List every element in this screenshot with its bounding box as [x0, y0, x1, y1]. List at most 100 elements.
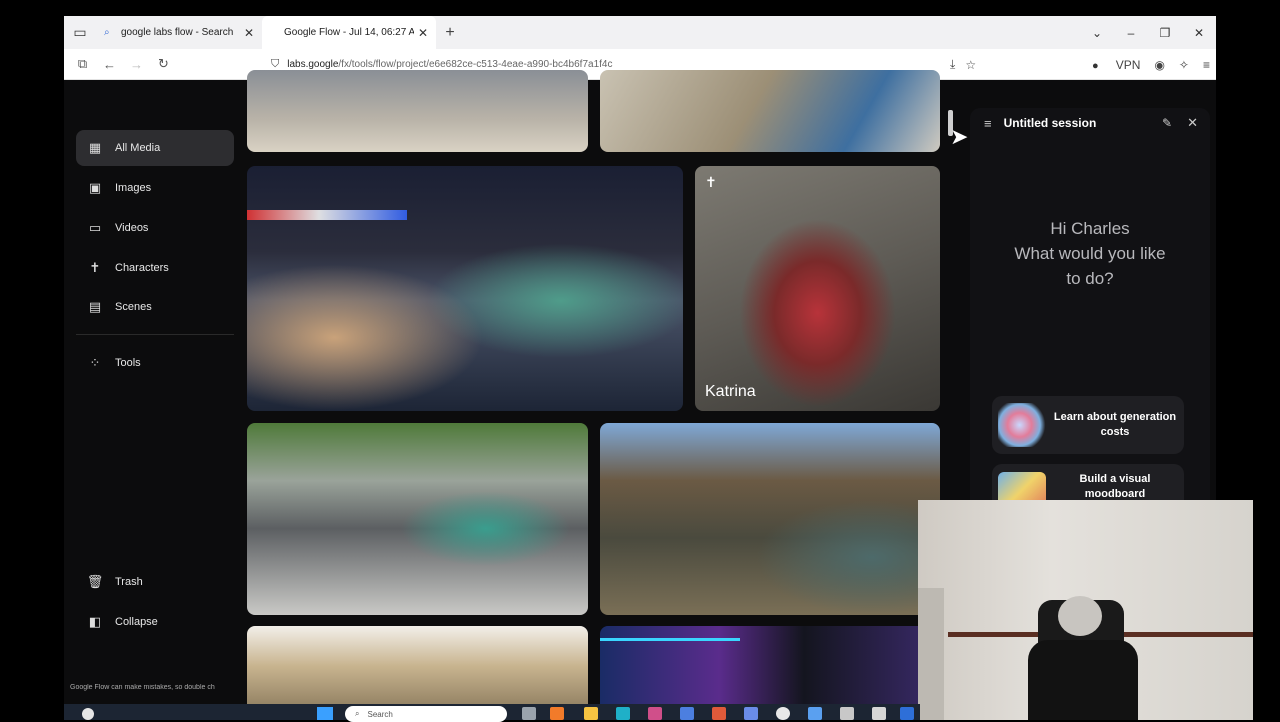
sidebar-item-label: All Media — [115, 142, 161, 154]
edge-icon[interactable] — [616, 707, 630, 720]
character-caption: Katrina — [705, 383, 756, 400]
account-icon[interactable]: ◉ — [1154, 58, 1164, 72]
panel-header: ≡ Untitled session ✎ ✕ — [970, 108, 1210, 138]
app-icon[interactable] — [712, 707, 726, 720]
extensions-icon[interactable]: ✧ — [1179, 58, 1189, 72]
led-strip — [600, 638, 740, 641]
widgets-icon[interactable] — [82, 708, 94, 720]
edit-icon[interactable]: ✎ — [1162, 116, 1172, 130]
collapse-icon: ◧ — [88, 614, 102, 629]
character-tile-katrina[interactable]: ✝ Katrina — [695, 166, 940, 411]
grid-icon: ▦ — [88, 140, 102, 155]
app-icon[interactable] — [744, 707, 758, 720]
reload-button[interactable]: ↻ — [150, 56, 177, 72]
clapper-icon: ▤ — [88, 299, 102, 314]
session-panel: ≡ Untitled session ✎ ✕ Hi Charles What w… — [970, 108, 1210, 508]
menu-icon[interactable]: ≡ — [984, 116, 992, 131]
close-icon[interactable]: ✕ — [1187, 115, 1198, 131]
greeting-question: What would you like to do? — [1014, 244, 1166, 288]
search-placeholder: Search — [367, 709, 393, 719]
webcam-person-body — [1028, 640, 1138, 720]
search-icon: ⌕ — [355, 709, 360, 718]
media-tile[interactable] — [247, 166, 683, 411]
app-icon[interactable] — [900, 707, 914, 720]
webcam-person-head — [1058, 596, 1102, 636]
task-view-icon[interactable] — [522, 707, 536, 720]
tab-search[interactable]: ⌕ google labs flow - Search ✕ — [96, 16, 262, 49]
webcam-overlay — [918, 500, 1253, 720]
close-tab-icon[interactable]: ✕ — [244, 26, 254, 40]
search-icon: ⌕ — [104, 27, 110, 38]
sidebar-item-scenes[interactable]: ▤ Scenes — [76, 289, 234, 325]
sidebar-item-label: Videos — [115, 222, 149, 234]
media-tile[interactable] — [247, 70, 588, 152]
sidebar-item-collapse[interactable]: ◧ Collapse — [76, 604, 234, 640]
window-controls: ⌄ – ❐ ✕ — [1080, 16, 1216, 49]
mouse-cursor-icon: ➤ — [950, 124, 969, 149]
folder-icon[interactable] — [584, 707, 598, 720]
media-tile[interactable] — [600, 423, 940, 615]
url-path: /fx/tools/flow/project/e6e682ce-c513-4ea… — [338, 59, 613, 70]
chrome-icon[interactable] — [776, 707, 790, 720]
greeting-name: Hi Charles — [1050, 219, 1130, 238]
media-tile[interactable] — [600, 70, 940, 152]
start-icon[interactable] — [317, 707, 333, 720]
video-icon: ▭ — [88, 220, 102, 235]
sidebar-item-characters[interactable]: ✝ Characters — [76, 250, 234, 286]
sidebar-item-label: Scenes — [115, 301, 152, 313]
url-host: labs.google — [287, 59, 339, 70]
menu-icon[interactable]: ≡ — [1203, 58, 1210, 72]
close-tab-icon[interactable]: ✕ — [418, 26, 428, 40]
app-icon[interactable] — [808, 707, 822, 720]
panel-title: Untitled session — [1003, 116, 1097, 130]
media-tile[interactable] — [247, 423, 588, 615]
image-icon: ▣ — [88, 180, 102, 195]
tab-strip: ▭ ⌕ google labs flow - Search ✕ Google F… — [64, 16, 1216, 49]
sidebar-item-all-media[interactable]: ▦ All Media — [76, 130, 234, 166]
person-icon: ✝ — [705, 174, 717, 190]
minimize-button[interactable]: – — [1114, 26, 1148, 40]
vpn-button[interactable]: ● VPN — [1092, 58, 1140, 72]
webcam-chair-edge — [918, 588, 944, 720]
new-tab-button[interactable]: + — [436, 24, 464, 42]
app-icon[interactable] — [872, 707, 886, 720]
windows-taskbar: ⌕ Search — [64, 704, 920, 722]
greeting: Hi Charles What would you like to do? — [970, 216, 1210, 291]
person-icon: ✝ — [89, 260, 101, 275]
card-generation-costs[interactable]: Learn about generation costs — [992, 396, 1184, 454]
store-icon[interactable] — [648, 707, 662, 720]
police-lightbar — [247, 210, 407, 220]
firefox-icon[interactable] — [550, 707, 564, 720]
forward-button[interactable]: → — [123, 57, 150, 72]
card-thumbnail — [998, 403, 1046, 447]
chevron-down-icon[interactable]: ⌄ — [1080, 26, 1114, 40]
sidebar-item-label: Collapse — [115, 616, 158, 628]
sidebar-toggle-icon[interactable]: ⧉ — [69, 56, 96, 72]
maximize-button[interactable]: ❐ — [1148, 26, 1182, 40]
toolbar-right: ● VPN ◉ ✧ ≡ — [1078, 49, 1210, 80]
install-app-icon[interactable]: ⤓ — [950, 57, 955, 72]
vpn-label: VPN — [1115, 57, 1141, 72]
card-label: Learn about generation costs — [1053, 411, 1177, 438]
sidebar-item-tools[interactable]: ⁘ Tools — [76, 345, 234, 381]
address-actions: ⤓ ☆ — [950, 49, 986, 80]
tab-google-flow[interactable]: Google Flow - Jul 14, 06:27 AM ✕ — [262, 16, 436, 49]
bookmark-star-icon[interactable]: ☆ — [965, 58, 976, 72]
tab-title: Google Flow - Jul 14, 06:27 AM — [284, 27, 414, 38]
app-icon[interactable] — [840, 707, 854, 720]
sidebar-item-label: Trash — [115, 576, 143, 588]
sidebar-item-label: Characters — [115, 262, 169, 274]
back-button[interactable]: ← — [96, 57, 123, 72]
sidebar: ▦ All Media ▣ Images ▭ Videos ✝ Characte… — [76, 80, 236, 720]
close-window-button[interactable]: ✕ — [1182, 26, 1216, 40]
trash-icon: 🗑 — [86, 574, 104, 589]
tab-title: google labs flow - Search — [121, 27, 234, 38]
sidebar-item-videos[interactable]: ▭ Videos — [76, 210, 234, 246]
sidebar-divider — [76, 334, 234, 335]
app-icon[interactable] — [680, 707, 694, 720]
sidebar-item-images[interactable]: ▣ Images — [76, 170, 234, 206]
sidebar-item-label: Tools — [115, 357, 141, 369]
card-label: Build a visual moodboard — [1079, 473, 1151, 500]
tab-list-icon[interactable]: ▭ — [64, 16, 96, 49]
sidebar-item-trash[interactable]: 🗑 Trash — [76, 564, 234, 600]
